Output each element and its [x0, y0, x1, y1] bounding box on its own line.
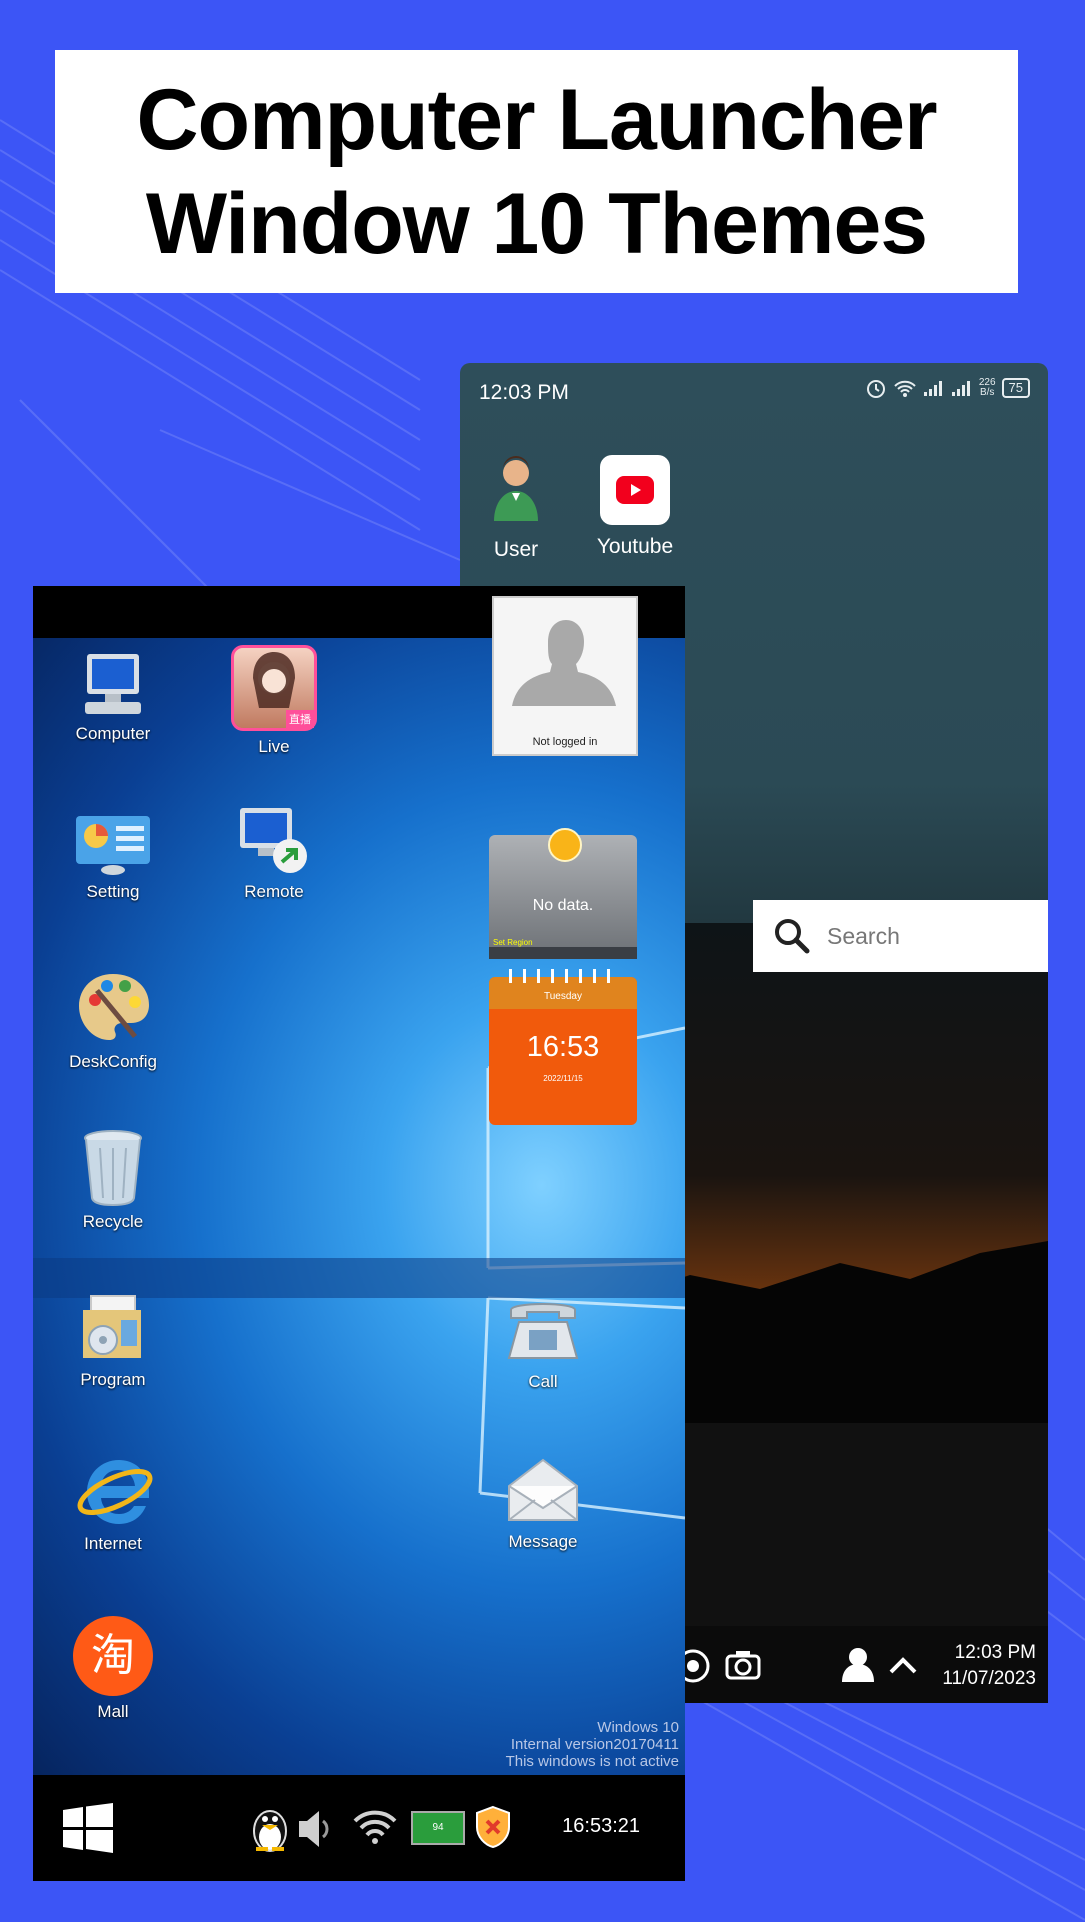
clock-time: 12:03 PM: [954, 1642, 1036, 1663]
clock-date: 11/07/2023: [942, 1668, 1036, 1689]
watermark-line: Internal version20170411: [510, 1736, 679, 1753]
battery-icon[interactable]: 94: [411, 1811, 465, 1845]
battery-indicator: 75: [1001, 378, 1030, 398]
app-label: User: [493, 538, 539, 561]
desktop-icon-program[interactable]: Program: [53, 1292, 173, 1390]
alarm-icon: [866, 380, 885, 398]
user-avatar-icon: [494, 456, 538, 521]
control-panel-icon: [76, 816, 150, 875]
activation-watermark: Windows 10 Internal version20170411 This…: [33, 1719, 679, 1770]
search-placeholder: Search: [827, 922, 900, 949]
desktop-icon-live[interactable]: 直播 Live: [214, 645, 334, 757]
wifi-icon: [894, 380, 916, 397]
internet-explorer-icon: [77, 1460, 153, 1524]
live-stream-icon: 直播: [231, 645, 317, 731]
signal-icon: [951, 381, 970, 396]
title-line-2: Window 10 Themes: [145, 175, 928, 272]
envelope-icon: [508, 1458, 578, 1521]
camera-icon[interactable]: [725, 1648, 761, 1682]
desktop-icon-setting[interactable]: Setting: [53, 812, 173, 902]
desktop-icon-label: Computer: [75, 724, 151, 743]
desktop-icon-recycle[interactable]: Recycle: [53, 1128, 173, 1232]
profile-status: Not logged in: [532, 736, 598, 748]
desktop-icon-label: Recycle: [82, 1212, 144, 1231]
title-card: Computer Launcher Window 10 Themes: [55, 50, 1018, 293]
user-icon[interactable]: [840, 1646, 876, 1684]
desktop-icon-label: Live: [258, 737, 290, 756]
telephone-icon: [507, 1303, 579, 1359]
computer-icon: [85, 654, 141, 714]
desktop-icon-call[interactable]: Call: [483, 1296, 603, 1392]
status-icons: 226 B/s 75: [865, 377, 1030, 399]
desktop-icon-message[interactable]: Message: [483, 1456, 603, 1552]
net-speed-unit: B/s: [979, 387, 995, 398]
status-time: 12:03 PM: [479, 381, 569, 404]
desktop-icon-label: Message: [508, 1532, 578, 1551]
app-label: Youtube: [596, 535, 674, 558]
start-windows-icon[interactable]: [63, 1803, 113, 1853]
promo-banner: Computer Launcher Window 10 Themes 12:03…: [0, 0, 1085, 1922]
program-files-icon: [83, 1295, 141, 1358]
taobao-mall-icon: 淘: [73, 1616, 153, 1696]
status-bar: 12:03 PM 226 B/s 75: [460, 363, 1048, 421]
watermark-line: Windows 10: [597, 1719, 679, 1736]
app-youtube[interactable]: Youtube: [580, 455, 690, 559]
signal-icon: [923, 381, 942, 396]
desktop-icon-mall[interactable]: 淘 Mall: [53, 1616, 173, 1722]
chevron-up-icon[interactable]: [888, 1654, 918, 1676]
calendar-rings: [509, 969, 610, 983]
desktop-icon-label: Call: [528, 1372, 558, 1391]
net-speed: 226 B/s: [979, 378, 996, 398]
desktop-icon-deskconfig[interactable]: DeskConfig: [53, 970, 173, 1072]
battery-level: 94: [432, 1822, 444, 1833]
desktop-icon-label: Internet: [84, 1534, 142, 1553]
taskbar-clock: 12:03 PM 11/07/2023: [942, 1640, 1036, 1692]
calendar-date: 2022/11/15: [543, 1074, 583, 1083]
search-bar[interactable]: Search: [753, 900, 1048, 972]
security-shield-icon[interactable]: [473, 1805, 513, 1849]
paint-palette-icon: [79, 974, 149, 1040]
remote-desktop-icon: [240, 808, 307, 873]
app-user[interactable]: User: [461, 455, 571, 562]
sun-icon: [548, 828, 582, 862]
desktop-icon-computer[interactable]: Computer: [53, 652, 173, 744]
watermark-line: This windows is not active: [505, 1753, 679, 1770]
desktop-icon-label: DeskConfig: [69, 1052, 157, 1071]
profile-widget[interactable]: Not logged in: [492, 596, 638, 756]
recycle-bin-icon: [84, 1130, 142, 1206]
weather-text: No data.: [532, 897, 594, 914]
title-line-1: Computer Launcher: [136, 71, 937, 168]
desktop-icon-label: Remote: [244, 882, 304, 901]
desktop-icon-label: Setting: [86, 882, 140, 901]
youtube-icon: [600, 455, 670, 525]
calendar-clock-widget[interactable]: Tuesday 16:53 2022/11/15: [489, 969, 637, 1125]
qq-penguin-icon[interactable]: [248, 1803, 292, 1855]
taskbar-clock: 16:53:21: [562, 1815, 640, 1837]
desktop-icon-label: Program: [80, 1370, 146, 1389]
desktop-icon-internet[interactable]: Internet: [53, 1452, 173, 1554]
weather-widget[interactable]: No data. Set Region: [489, 828, 637, 959]
default-avatar-icon: [502, 608, 626, 720]
set-region-link[interactable]: Set Region: [493, 938, 533, 947]
live-badge: 直播: [286, 710, 314, 728]
search-icon: [775, 919, 810, 954]
wifi-icon[interactable]: [351, 1807, 399, 1847]
desktop-icon-remote[interactable]: Remote: [214, 806, 334, 902]
windows-taskbar: 94 16:53:21: [33, 1775, 685, 1881]
calendar-time: 16:53: [526, 1031, 600, 1063]
speaker-icon[interactable]: [295, 1807, 335, 1851]
